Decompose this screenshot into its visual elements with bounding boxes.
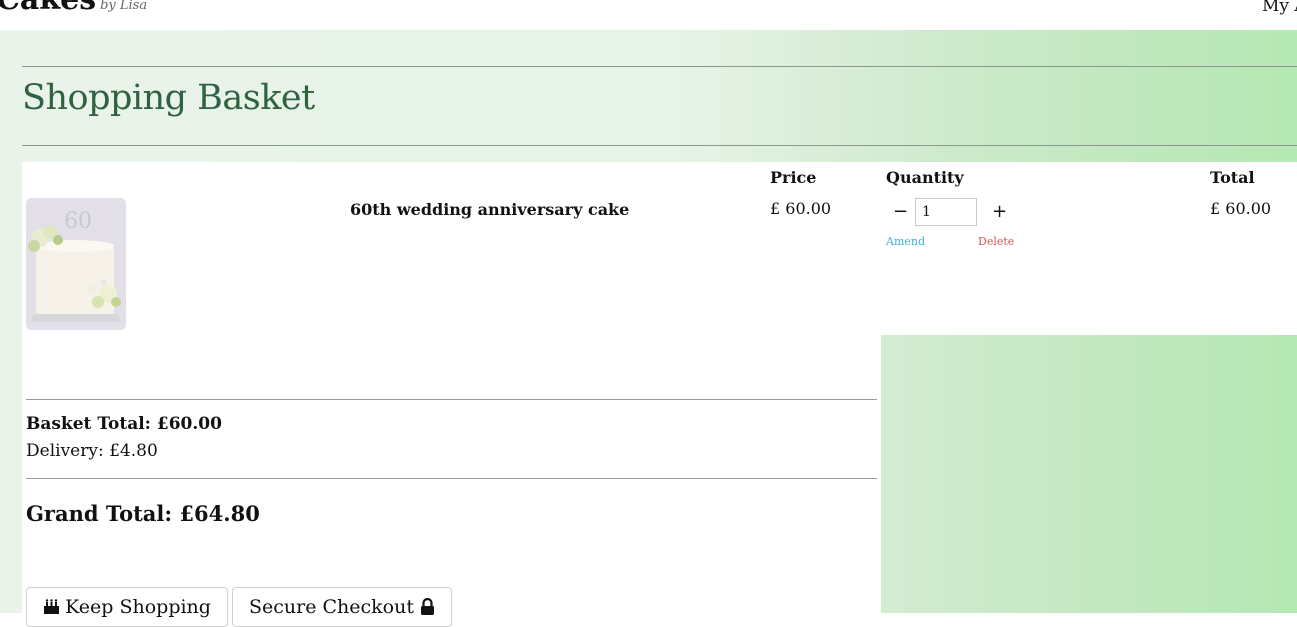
total-column-header: Total [1210, 168, 1255, 187]
summary-divider-top [26, 399, 877, 400]
my-account-link[interactable]: My A [1262, 0, 1297, 16]
secure-checkout-button[interactable]: Secure Checkout [232, 587, 453, 627]
birthday-cake-icon [43, 598, 65, 617]
svg-text:60: 60 [64, 209, 92, 234]
secure-checkout-label: Secure Checkout [249, 596, 414, 618]
basket-panel [22, 162, 881, 613]
basket-panel-right [881, 162, 1297, 335]
brand-name: Cakes [0, 0, 96, 17]
product-price: £ 60.00 [770, 199, 832, 218]
cake-illustration: 60 [26, 198, 126, 330]
title-divider-bottom [22, 145, 1297, 146]
increment-quantity-button[interactable]: + [992, 201, 1007, 222]
site-header: Cakes by Lisa My A [0, 0, 1297, 30]
delete-link[interactable]: Delete [978, 235, 1014, 248]
amend-link[interactable]: Amend [886, 235, 925, 248]
grand-total: Grand Total: £64.80 [26, 501, 260, 526]
brand-logo[interactable]: Cakes by Lisa [0, 0, 147, 17]
decrement-quantity-button[interactable]: − [893, 201, 908, 222]
page-title: Shopping Basket [22, 78, 315, 118]
brand-tagline: by Lisa [100, 0, 148, 13]
delivery-cost: Delivery: £4.80 [26, 441, 158, 461]
quantity-column-header: Quantity [886, 168, 964, 187]
product-image: 60 [26, 198, 126, 330]
summary-divider-bottom [26, 478, 877, 479]
lock-icon [420, 597, 435, 617]
title-divider-top [22, 66, 1297, 67]
keep-shopping-button[interactable]: Keep Shopping [26, 587, 228, 627]
quantity-input[interactable] [915, 198, 977, 226]
basket-total: Basket Total: £60.00 [26, 414, 222, 434]
product-name[interactable]: 60th wedding anniversary cake [350, 200, 629, 219]
price-column-header: Price [770, 168, 817, 187]
keep-shopping-label: Keep Shopping [65, 596, 211, 618]
product-total: £ 60.00 [1210, 199, 1272, 218]
